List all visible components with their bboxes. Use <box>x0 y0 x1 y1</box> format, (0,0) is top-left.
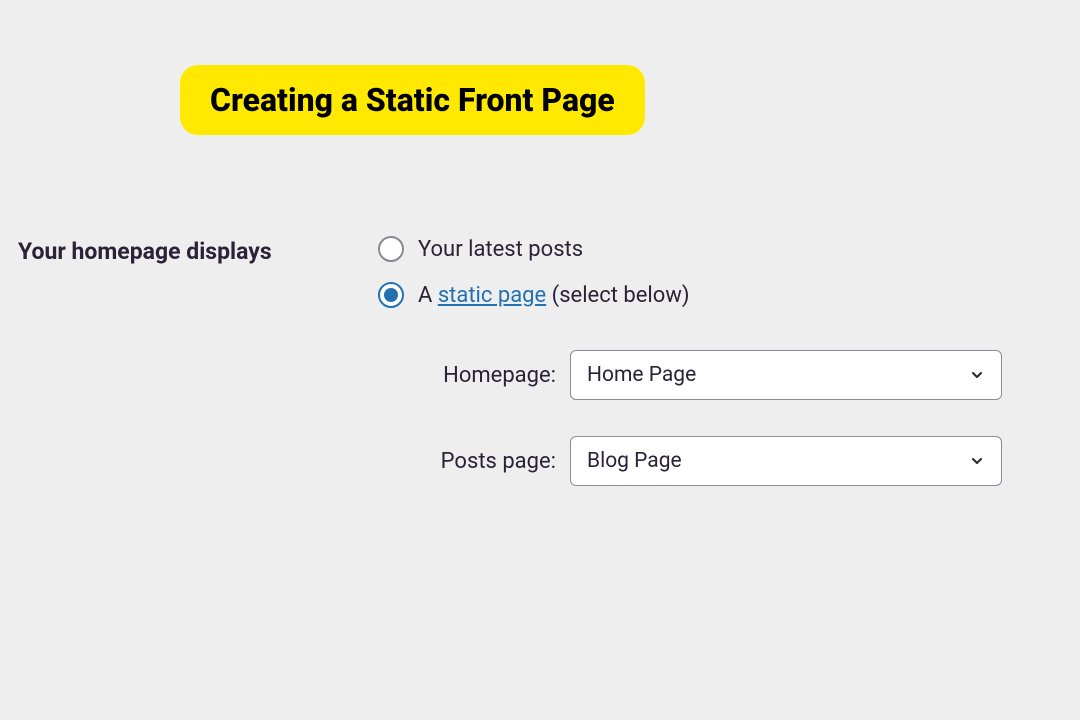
homepage-settings: Your homepage displays Your latest posts… <box>18 236 1062 522</box>
radio-suffix: (select below) <box>546 283 689 308</box>
posts-page-select-label: Posts page: <box>378 449 570 474</box>
radio-icon <box>378 236 404 262</box>
radio-option-latest-posts[interactable]: Your latest posts <box>378 236 1062 262</box>
posts-page-select-value: Blog Page <box>587 449 682 473</box>
radio-label: Your latest posts <box>418 237 583 262</box>
posts-page-select[interactable]: Blog Page <box>570 436 1002 486</box>
radio-icon-selected <box>378 282 404 308</box>
chevron-down-icon <box>969 453 985 469</box>
homepage-select-value: Home Page <box>587 363 696 387</box>
chevron-down-icon <box>969 367 985 383</box>
radio-option-static-page[interactable]: A static page (select below) <box>378 282 1062 308</box>
section-label: Your homepage displays <box>18 236 378 265</box>
homepage-select-label: Homepage: <box>378 363 570 388</box>
homepage-select[interactable]: Home Page <box>570 350 1002 400</box>
static-page-link[interactable]: static page <box>438 283 546 308</box>
radio-label: A static page (select below) <box>418 283 690 308</box>
radio-prefix: A <box>418 283 438 308</box>
page-title-badge: Creating a Static Front Page <box>180 65 645 135</box>
